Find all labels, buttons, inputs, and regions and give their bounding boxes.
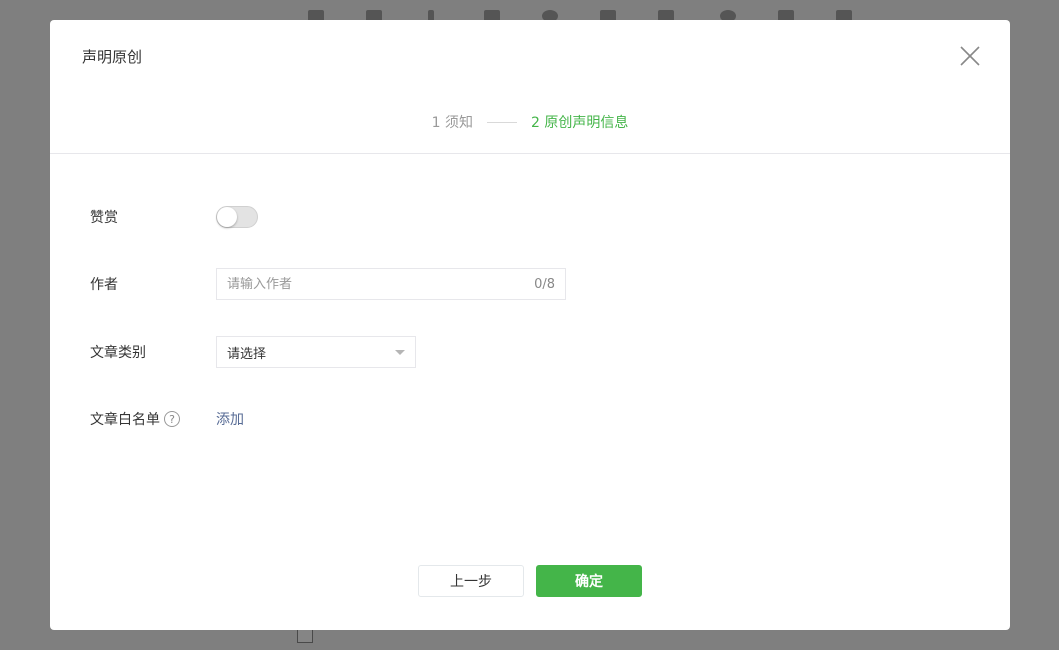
toggle-knob xyxy=(217,207,237,227)
step-connector xyxy=(487,121,517,123)
step-2: 2 原创声明信息 xyxy=(531,115,629,131)
whitelist-row: 文章白名单 ? 添加 xyxy=(90,409,244,429)
chevron-down-icon xyxy=(395,349,405,355)
declare-original-dialog: 声明原创 1 须知 2 原创声明信息 赞赏 作者 0/8 文章类别 请选择 xyxy=(50,20,1010,630)
add-whitelist-link[interactable]: 添加 xyxy=(216,409,244,429)
reward-toggle[interactable] xyxy=(216,206,258,228)
confirm-button[interactable]: 确定 xyxy=(536,565,642,597)
close-icon[interactable] xyxy=(958,44,982,68)
step-indicator: 1 须知 2 原创声明信息 xyxy=(50,112,1010,132)
reward-row: 赞赏 xyxy=(90,206,258,228)
whitelist-label: 文章白名单 xyxy=(90,412,160,428)
dialog-title: 声明原创 xyxy=(82,48,143,66)
author-input[interactable] xyxy=(227,276,535,292)
step-1: 1 须知 xyxy=(431,115,473,131)
question-circle-icon[interactable]: ? xyxy=(164,411,180,427)
background-toolbar xyxy=(300,0,880,22)
whitelist-label-wrap: 文章白名单 ? xyxy=(90,409,216,429)
category-label: 文章类别 xyxy=(90,345,146,361)
author-label: 作者 xyxy=(90,277,118,293)
category-row: 文章类别 请选择 xyxy=(90,336,416,368)
author-field: 0/8 xyxy=(216,268,566,300)
dialog-footer: 上一步 确定 xyxy=(50,565,1010,597)
category-select[interactable]: 请选择 xyxy=(216,336,416,368)
category-selected-value: 请选择 xyxy=(227,346,267,362)
author-char-counter: 0/8 xyxy=(534,276,555,292)
divider xyxy=(50,153,1010,154)
reward-label: 赞赏 xyxy=(90,210,118,226)
prev-step-button[interactable]: 上一步 xyxy=(418,565,524,597)
author-row: 作者 0/8 xyxy=(90,268,566,300)
